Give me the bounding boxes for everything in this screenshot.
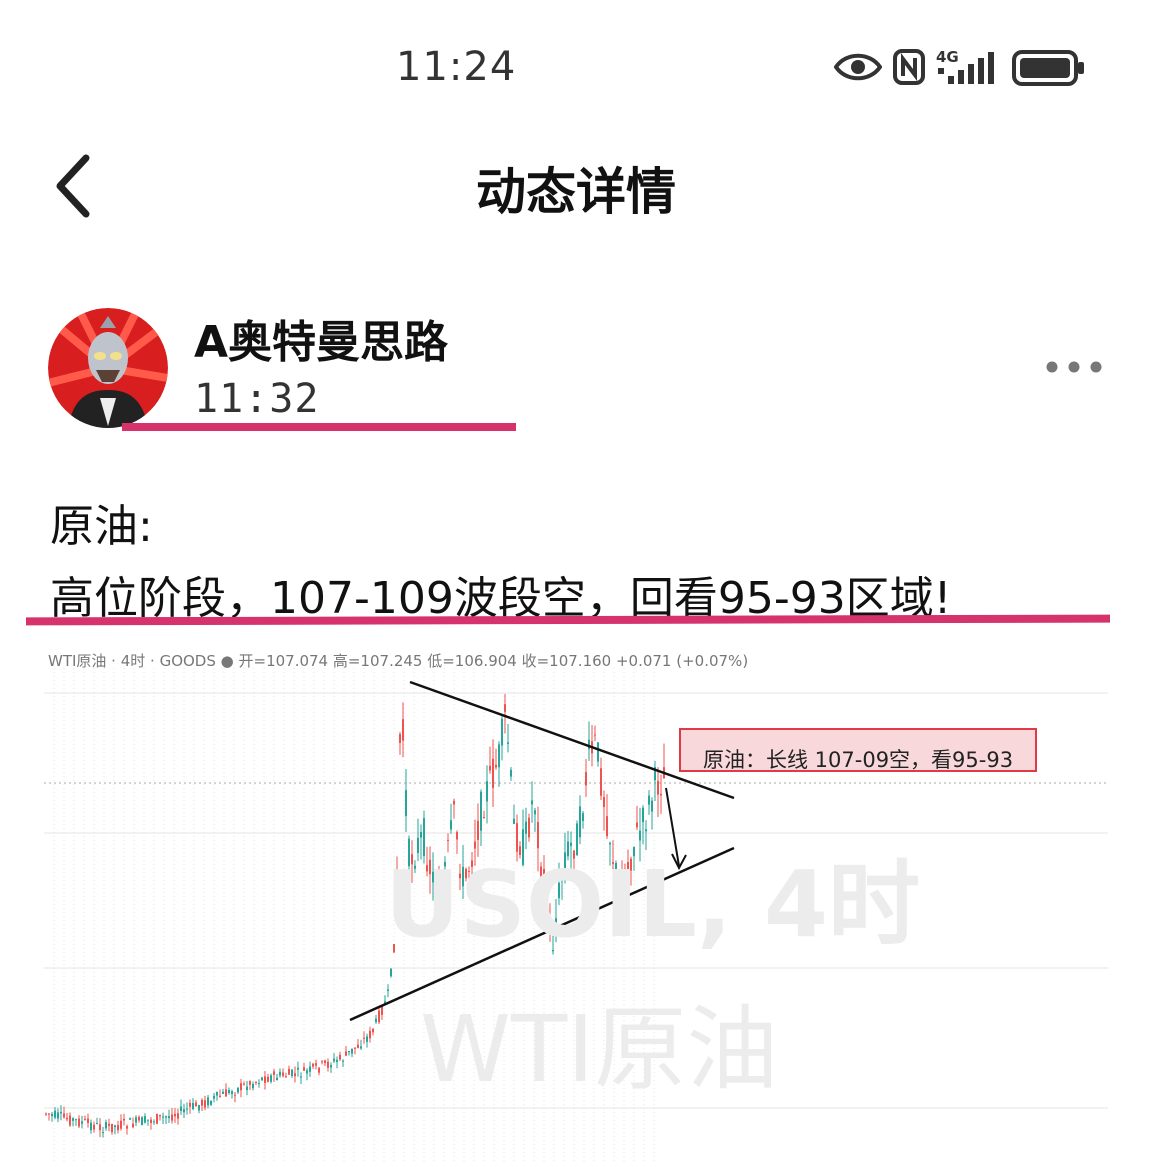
chart-watermark: WTI原油 (420, 996, 779, 1103)
signal-icon: 4G (934, 46, 1000, 86)
post-time: 11:32 (194, 376, 320, 422)
chart-annotation-text: 原油：长线 107-09空，看95-93 (703, 748, 1014, 772)
chevron-left-icon (56, 154, 90, 218)
avatar[interactable] (48, 308, 168, 428)
network-type-label: 4G (936, 48, 959, 66)
chart-header-text: WTI原油 · 4时 · GOODS ● 开=107.074 高=107.245… (48, 652, 749, 670)
eye-icon (834, 53, 882, 81)
author-name[interactable]: A奥特曼思路 (194, 306, 448, 370)
back-button[interactable] (50, 152, 98, 220)
status-time: 11:24 (396, 44, 517, 90)
chart-watermark: USOIL, 4时 (385, 851, 921, 958)
post-text-line: 原油: (50, 501, 153, 552)
highlight-underline (122, 423, 516, 431)
page-title: 动态详情 (476, 163, 676, 221)
more-options-button[interactable] (1044, 356, 1104, 378)
more-dots-icon (1046, 361, 1102, 373)
battery-icon (1012, 50, 1084, 86)
nfc-icon (893, 49, 925, 85)
